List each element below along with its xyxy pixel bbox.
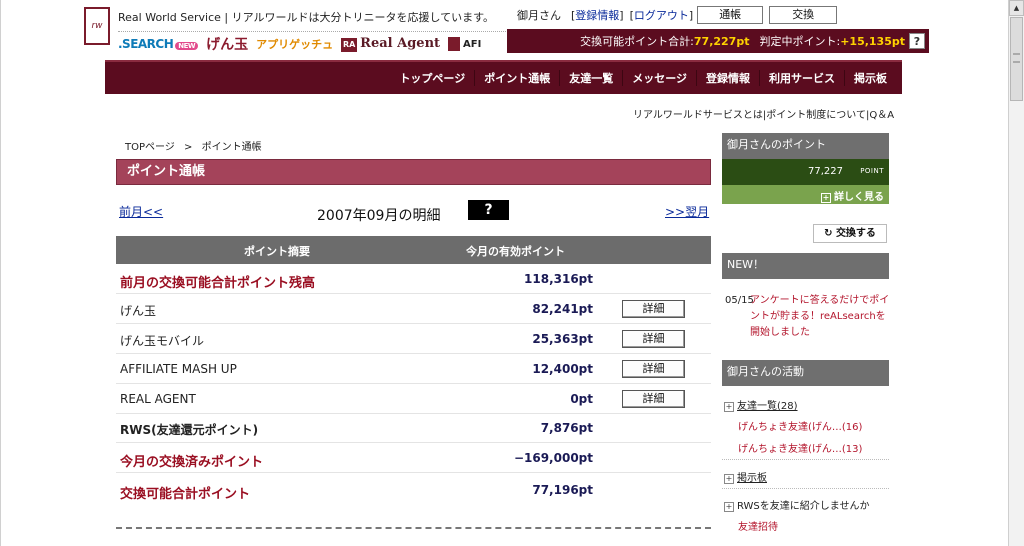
table-row: 交換可能合計ポイント 77,196pt xyxy=(120,483,593,502)
grip-icon xyxy=(1013,53,1020,63)
plus-icon: + xyxy=(724,402,734,412)
breadcrumb-top[interactable]: TOPページ xyxy=(125,142,175,153)
plus-icon: + xyxy=(821,193,831,203)
pending-points: +15,135pt xyxy=(840,34,905,48)
site-logo[interactable]: rw xyxy=(84,7,110,45)
exchange-button[interactable]: 交換 xyxy=(769,6,838,24)
real-agent-logo[interactable]: RA Real Agent xyxy=(341,36,440,52)
points-summary-bar: 交換可能ポイント合計: 77,227pt 判定中ポイント: +15,135pt … xyxy=(507,29,929,53)
gendama-logo[interactable]: げん玉 xyxy=(206,34,248,54)
qa-link[interactable]: Q＆A xyxy=(869,110,894,121)
activity-title: 御月さんの活動 xyxy=(722,360,889,386)
nav-profile[interactable]: 登録情報 xyxy=(696,70,759,86)
table-row: REAL AGENT 0pt 詳細 xyxy=(116,384,711,414)
user-bar: 御月さん [ 登録情報 ] [ ログアウト ] 通帳 交換 xyxy=(517,6,838,24)
nav-passbook[interactable]: ポイント通帳 xyxy=(474,70,559,86)
points-unit: POINT xyxy=(860,167,884,175)
logout-link[interactable]: ログアウト xyxy=(634,7,689,23)
table-header: ポイント摘要 今月の有効ポイント xyxy=(116,236,711,264)
news-title: NEW！ xyxy=(722,253,889,279)
brand-line: Real World Service | リアルワールドは大分トリニータを応援し… xyxy=(118,11,495,24)
page-frame: rw Real World Service | リアルワールドは大分トリニータを… xyxy=(0,0,1008,546)
plus-icon: + xyxy=(724,502,734,512)
points-panel: 77,227 POINT xyxy=(722,159,889,185)
appli-logo[interactable]: アプリゲッチュ xyxy=(256,36,333,52)
table-row: 前月の交換可能合計ポイント残高 118,316pt xyxy=(116,264,711,294)
nav-board[interactable]: 掲示板 xyxy=(844,70,896,86)
real-agent-mark-icon: RA xyxy=(341,37,358,52)
points-panel-title: 御月さんのポイント xyxy=(722,133,889,159)
refresh-icon: ↻ xyxy=(824,228,833,239)
search-logo[interactable]: .SEARCH NEW xyxy=(118,37,199,51)
board-link[interactable]: + 掲示板 xyxy=(724,469,767,484)
scroll-thumb[interactable] xyxy=(1010,17,1023,101)
scroll-up-icon[interactable]: ▲ xyxy=(1009,0,1024,16)
table-row: RWS(友達還元ポイント) 7,876pt xyxy=(116,413,711,443)
sidebar-points-value: 77,227 xyxy=(808,166,843,177)
partner-logos: .SEARCH NEW げん玉 アプリゲッチュ RA Real Agent AFI xyxy=(118,31,568,53)
vertical-scrollbar[interactable]: ▲ xyxy=(1008,0,1024,546)
invite-link[interactable]: 友達招待 xyxy=(738,518,778,533)
sub-nav: リアルワールドサービスとは|ポイント制度について|Q＆A xyxy=(633,110,895,121)
col-valid-points: 今月の有効ポイント xyxy=(466,245,565,258)
friend-group-link[interactable]: げんちょき友達(げん…(16) xyxy=(738,418,862,433)
passbook-button[interactable]: 通帳 xyxy=(697,6,764,24)
new-badge: NEW xyxy=(175,41,199,50)
col-summary: ポイント摘要 xyxy=(244,245,310,258)
point-system-link[interactable]: ポイント制度について xyxy=(766,110,866,121)
nav-friends[interactable]: 友達一覧 xyxy=(559,70,622,86)
user-name: 御月さん xyxy=(517,9,561,22)
afi-mark-icon xyxy=(448,36,461,51)
divider xyxy=(722,488,889,489)
help-icon[interactable]: ? xyxy=(909,33,925,49)
sidebar-exchange-button[interactable]: ↻ 交換する xyxy=(813,224,887,243)
help-icon[interactable]: ? xyxy=(468,200,509,220)
nav-services[interactable]: 利用サービス xyxy=(759,70,844,86)
next-month-link[interactable]: >>翌月 xyxy=(665,203,709,220)
afi-logo[interactable]: AFI xyxy=(448,36,481,51)
detail-button[interactable]: 詳細 xyxy=(622,390,685,408)
nav-top[interactable]: トップページ xyxy=(390,70,474,86)
breadcrumb: TOPページ > ポイント通帳 xyxy=(125,142,262,153)
profile-link[interactable]: 登録情報 xyxy=(575,7,619,23)
main-nav: トップページ ポイント通帳 友達一覧 メッセージ 登録情報 利用サービス 掲示板 xyxy=(105,60,902,94)
breadcrumb-current: ポイント通帳 xyxy=(201,142,262,153)
table-row: 今月の交換済みポイント −169,000pt xyxy=(116,443,711,473)
detail-button[interactable]: 詳細 xyxy=(622,330,685,348)
invite-text: + RWSを友達に紹介しませんか xyxy=(724,501,870,512)
month-title: 2007年09月の明細 xyxy=(317,208,441,224)
divider xyxy=(722,459,889,460)
more-link[interactable]: + 詳しく見る xyxy=(722,185,889,204)
about-link[interactable]: リアルワールドサービスとは xyxy=(633,110,763,121)
detail-button[interactable]: 詳細 xyxy=(622,300,685,318)
friend-group-link[interactable]: げんちょき友達(げん…(13) xyxy=(738,440,862,455)
detail-button[interactable]: 詳細 xyxy=(622,360,685,378)
nav-messages[interactable]: メッセージ xyxy=(622,70,696,86)
table-row: げん玉 82,241pt 詳細 xyxy=(116,294,711,324)
table-row: げん玉モバイル 25,363pt 詳細 xyxy=(116,324,711,354)
plus-icon: + xyxy=(724,474,734,484)
friends-list-link[interactable]: + 友達一覧(28) xyxy=(724,397,798,412)
news-link[interactable]: アンケートに答えるだけでポイントが貯まる！reALsearchを開始しました xyxy=(750,293,890,341)
prev-month-link[interactable]: 前月<< xyxy=(119,203,163,220)
page-title: ポイント通帳 xyxy=(116,159,711,185)
divider xyxy=(116,527,711,529)
table-row: AFFILIATE MASH UP 12,400pt 詳細 xyxy=(116,354,711,384)
exchangeable-points: 77,227pt xyxy=(693,34,750,48)
